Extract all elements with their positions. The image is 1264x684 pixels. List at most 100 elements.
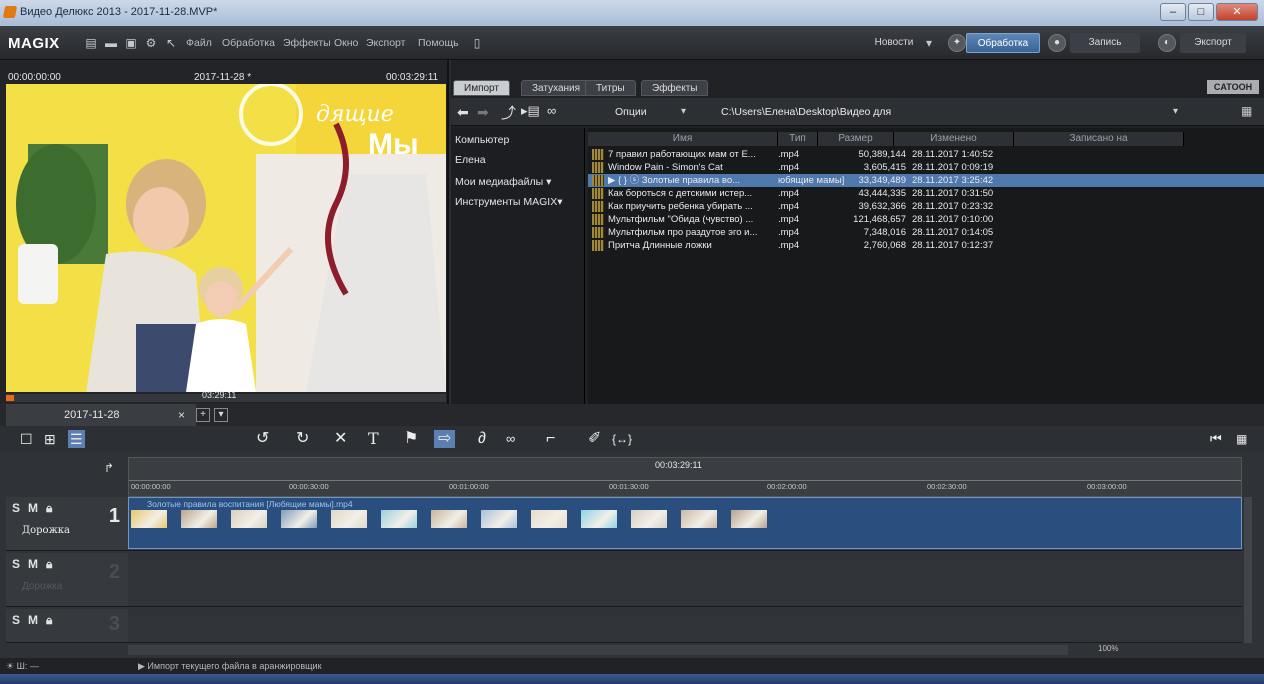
menu-file[interactable]: Файл (186, 37, 212, 49)
unlink-icon[interactable]: ∞ (506, 430, 515, 448)
menu-help[interactable]: Помощь (418, 37, 459, 49)
track-header-3[interactable]: S M 🔒︎ 3 (6, 609, 128, 643)
catooh-logo[interactable]: CATOOH (1207, 80, 1259, 94)
ruler-tick: 00:03:00:00 (1087, 482, 1127, 491)
file-row[interactable]: Мультфильм про раздутое эго и... .mp4 7,34… (588, 226, 1264, 239)
panel-icon[interactable]: ▯ (470, 36, 484, 50)
back-icon[interactable]: ⬅ (457, 104, 469, 121)
redo-icon[interactable]: ↻ (296, 430, 309, 448)
view-mode-icon[interactable]: ▦ (1241, 104, 1252, 118)
column-name[interactable]: Имя (588, 132, 778, 146)
zoom-fit-icon[interactable]: ⏮ (1210, 430, 1222, 448)
clip-thumbnail (731, 510, 767, 528)
minimize-button[interactable]: – (1160, 3, 1186, 21)
settings-icon[interactable]: ⚙ (144, 36, 158, 50)
edit-mode-button[interactable]: Обработка (966, 33, 1040, 53)
timeline-mode-icon[interactable]: ☰ (68, 430, 85, 448)
track-header-2[interactable]: S M 🔒︎ Дорожка 2 (6, 553, 128, 607)
video-clip[interactable]: Золотые правила воспитания [Любящие мамы… (128, 497, 1242, 549)
cut-icon[interactable]: ⌐ (546, 430, 555, 448)
zoom-level[interactable]: 100% (1098, 644, 1118, 653)
lock-icon[interactable]: 🔒︎ (46, 613, 52, 628)
link-icon[interactable]: ∂ (478, 430, 486, 448)
column-recorded[interactable]: Записано на (1014, 132, 1184, 146)
maximize-button[interactable]: □ (1188, 3, 1214, 21)
track-2[interactable] (128, 553, 1242, 607)
save-icon[interactable]: ▣ (124, 36, 138, 50)
mute-button[interactable]: M (28, 557, 38, 571)
position-bar[interactable]: 03:29:11 (6, 390, 446, 402)
mouse-mode-icon[interactable]: ⇨ (434, 430, 456, 448)
range-icon[interactable]: {↔} (612, 430, 632, 448)
binoculars-icon[interactable]: ∞ (547, 103, 556, 118)
file-row[interactable]: ▶ { } ⓢ Золотые правила во... юбящие мамы… (588, 174, 1264, 187)
time-ruler[interactable]: 00:03:29:11 00:00:00:00 00:00:30:00 00:0… (128, 457, 1242, 497)
vertical-scrollbar[interactable] (1244, 497, 1252, 643)
open-folder-icon[interactable]: ▬ (104, 36, 118, 50)
file-row[interactable]: Мультфильм "Обида (чувство) ... .mp4 121,4… (588, 213, 1264, 226)
close-tab-button[interactable]: × (178, 408, 185, 422)
solo-button[interactable]: S (12, 613, 20, 627)
file-row[interactable]: 7 правил работающих мам от Е... .mp4 50,38… (588, 148, 1264, 161)
track-3[interactable] (128, 609, 1242, 643)
track-header-1[interactable]: S M 🔒︎ Дорожка 1 (6, 497, 128, 551)
list-view-icon[interactable]: ▸▤ (521, 103, 540, 119)
tab-transitions[interactable]: Затухания (521, 80, 592, 96)
nav-magix-tools[interactable]: Инструменты MAGIX▾ (455, 196, 563, 208)
column-type[interactable]: Тип (778, 132, 818, 146)
menu-effects[interactable]: Эффекты (283, 37, 331, 49)
column-modified[interactable]: Изменено (894, 132, 1014, 146)
export-button[interactable]: Экспорт (1180, 33, 1246, 53)
nav-my-media[interactable]: Мои медиафайлы ▾ (455, 176, 551, 188)
audio-settings-icon[interactable]: ▦ (1236, 430, 1247, 448)
track-1[interactable]: Золотые правила воспитания [Любящие мамы… (128, 497, 1242, 551)
menu-window[interactable]: Окно (334, 37, 358, 49)
position-marker[interactable] (6, 395, 14, 401)
delete-icon[interactable]: ✕ (334, 430, 347, 448)
timeline: ↱ 00:03:29:11 00:00:00:00 00:00:30:00 00… (0, 453, 1264, 658)
nav-computer[interactable]: Компьютер (455, 134, 509, 146)
tab-import[interactable]: Импорт (453, 80, 510, 96)
add-tab-button[interactable]: + (196, 408, 210, 422)
solo-button[interactable]: S (12, 557, 20, 571)
nav-elena[interactable]: Елена (455, 154, 486, 166)
snap-icon[interactable]: ↱ (104, 461, 114, 475)
path-field[interactable]: C:\Users\Елена\Desktop\Видео для (721, 106, 891, 118)
scene-mode-icon[interactable]: ⊞ (44, 430, 56, 448)
storyboard-mode-icon[interactable]: ☐ (20, 430, 33, 448)
tab-effects[interactable]: Эффекты (641, 80, 709, 96)
help-pointer-icon[interactable]: ↖ (164, 36, 178, 50)
tab-titles[interactable]: Титры (585, 80, 636, 96)
video-frame[interactable]: дящие Мы (6, 84, 446, 392)
lock-icon[interactable]: 🔒︎ (46, 501, 52, 516)
new-file-icon[interactable]: ▤ (84, 36, 98, 50)
menu-export[interactable]: Экспорт (366, 37, 405, 49)
tab-list-button[interactable]: ▾ (214, 408, 228, 422)
marker-icon[interactable]: ⚑ (404, 430, 418, 448)
file-row[interactable]: Притча Длинные ложки .mp4 2,760,068 28.11.2… (588, 239, 1264, 252)
options-label[interactable]: Опции (615, 106, 647, 118)
menu-edit[interactable]: Обработка (222, 37, 275, 49)
mute-button[interactable]: M (28, 613, 38, 627)
path-dropdown-icon[interactable]: ▾ (1173, 106, 1178, 117)
mute-button[interactable]: M (28, 501, 38, 515)
lock-icon[interactable]: 🔒︎ (46, 557, 52, 572)
up-folder-icon[interactable]: ⤴ (501, 102, 516, 123)
horizontal-scrollbar[interactable] (128, 645, 1068, 655)
news-button[interactable]: Новости (868, 33, 920, 53)
file-row[interactable]: Window Pain - Simon's Cat .mp4 3,605,415 28… (588, 161, 1264, 174)
column-size[interactable]: Размер (818, 132, 894, 146)
options-dropdown-icon[interactable]: ▾ (681, 106, 686, 117)
file-row[interactable]: Как бороться с детскими истер... .mp4 43,4… (588, 187, 1264, 200)
forward-icon[interactable]: ➡ (477, 104, 489, 121)
arrangement-tab[interactable]: 2017-11-28 (64, 409, 119, 421)
file-row[interactable]: Как приучить ребенка убирать ... .mp4 39,6… (588, 200, 1264, 213)
close-button[interactable]: ✕ (1216, 3, 1258, 21)
effect-brush-icon[interactable]: ✐ (588, 430, 601, 448)
undo-icon[interactable]: ↺ (256, 430, 269, 448)
title-icon[interactable]: T (368, 430, 379, 448)
window-title-bar: Видео Делюкс 2013 - 2017-11-28.MVP* – □ … (0, 0, 1264, 26)
record-button[interactable]: Запись (1070, 33, 1140, 53)
solo-button[interactable]: S (12, 501, 20, 515)
news-dropdown-icon[interactable]: ▾ (922, 36, 936, 50)
